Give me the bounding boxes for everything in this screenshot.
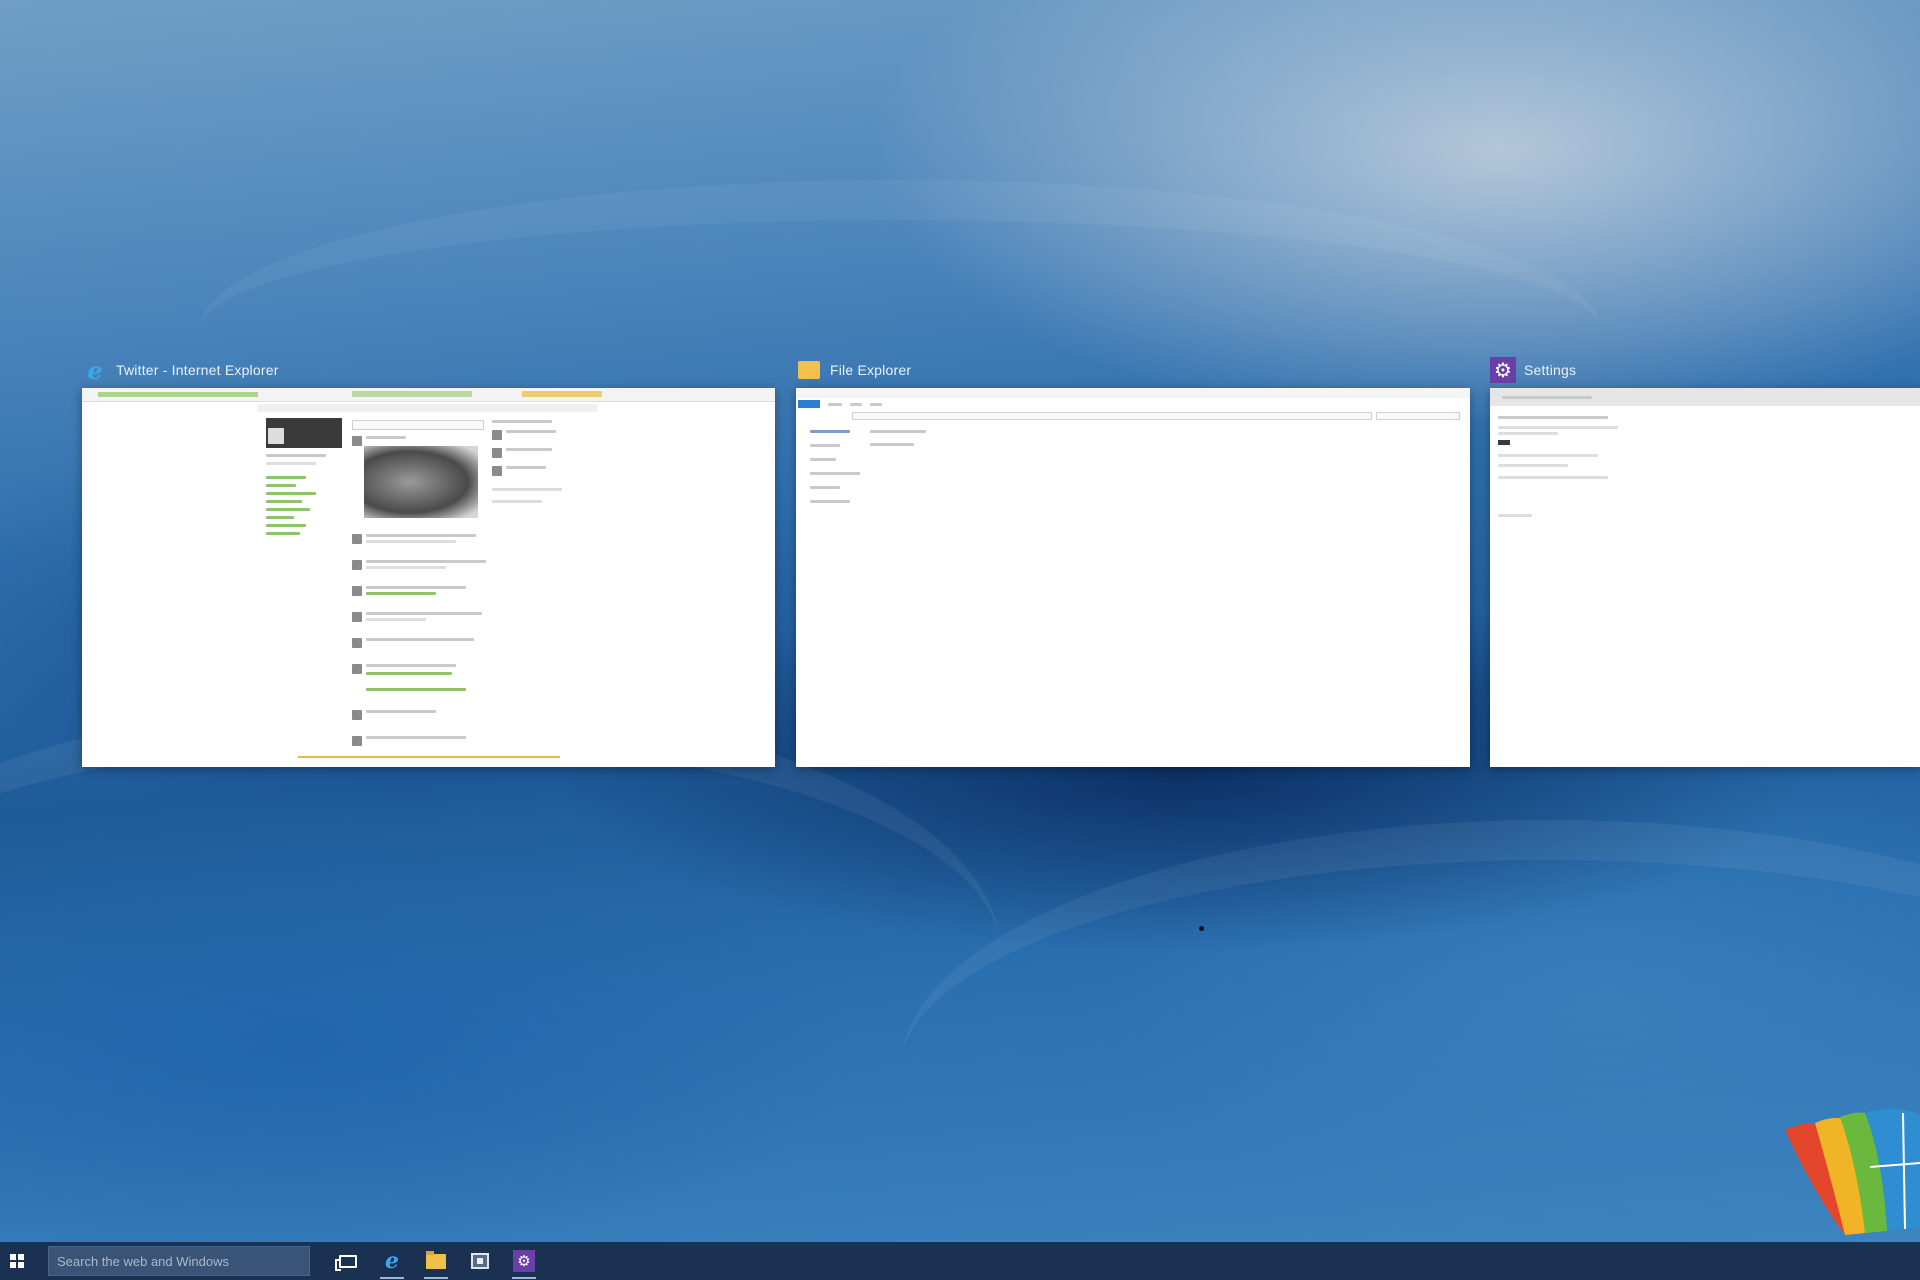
thumbnail-header: ⚙ Settings: [1490, 356, 1920, 384]
taskbar: Search the web and Windows e ⚙: [0, 1242, 1920, 1280]
file-explorer-icon: [426, 1250, 446, 1269]
window-title: File Explorer: [830, 362, 912, 378]
file-explorer-icon: [798, 361, 820, 379]
search-input[interactable]: Search the web and Windows: [48, 1246, 310, 1276]
taskbar-internet-explorer[interactable]: e: [374, 1243, 410, 1279]
start-button[interactable]: [0, 1242, 34, 1280]
window-preview: [796, 388, 1470, 767]
window-thumbnail-file-explorer[interactable]: File Explorer: [796, 356, 1470, 767]
taskbar-settings[interactable]: ⚙: [506, 1243, 542, 1279]
internet-explorer-icon: e: [385, 1248, 399, 1274]
taskbar-file-explorer[interactable]: [418, 1243, 454, 1279]
window-title: Settings: [1524, 362, 1577, 378]
thumbnail-header: File Explorer: [796, 356, 1470, 384]
taskbar-pinned-apps: e ⚙: [330, 1243, 542, 1279]
task-view-icon: [335, 1254, 357, 1271]
task-view-button[interactable]: [330, 1243, 366, 1279]
window-preview: [82, 388, 775, 767]
thumbnail-header: e Twitter - Internet Explorer: [82, 355, 775, 385]
window-thumbnail-settings[interactable]: ⚙ Settings: [1490, 356, 1920, 767]
settings-icon: ⚙: [1490, 357, 1516, 383]
internet-explorer-icon: e: [87, 355, 103, 385]
start-icon: [10, 1254, 24, 1268]
store-icon: [471, 1253, 489, 1269]
taskbar-store[interactable]: [462, 1243, 498, 1279]
window-thumbnail-twitter[interactable]: e Twitter - Internet Explorer: [82, 356, 775, 767]
search-placeholder: Search the web and Windows: [57, 1253, 229, 1269]
mouse-cursor: [1199, 926, 1204, 931]
window-title: Twitter - Internet Explorer: [116, 362, 279, 378]
settings-icon: ⚙: [513, 1250, 535, 1272]
watermark-logo: [1785, 1108, 1920, 1235]
window-preview: [1490, 388, 1920, 767]
